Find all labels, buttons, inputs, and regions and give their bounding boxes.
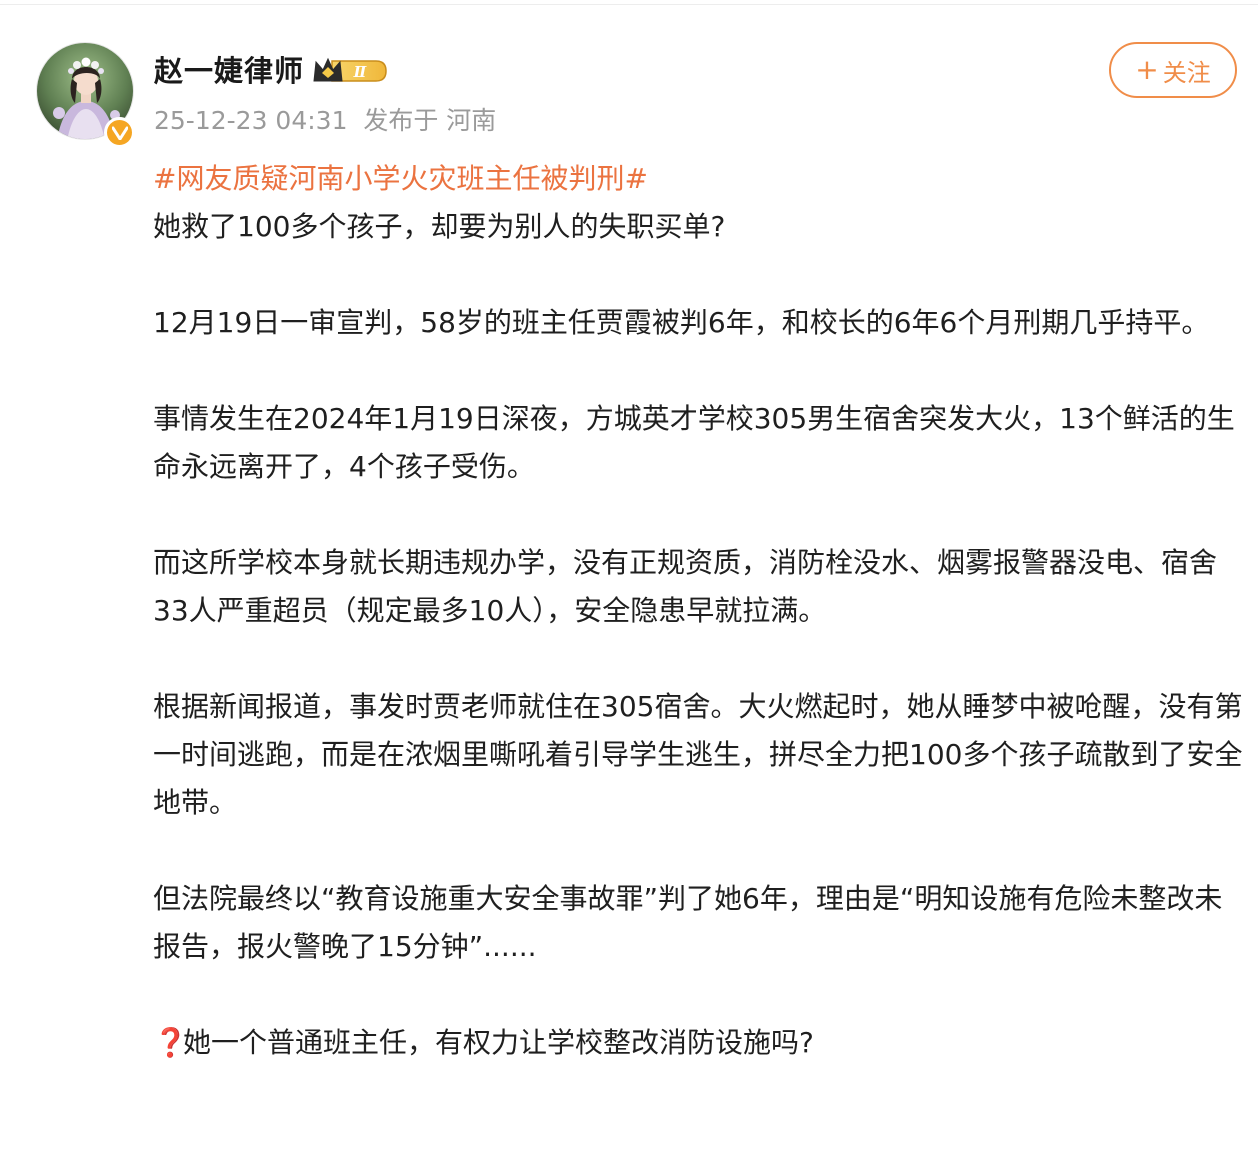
- avatar[interactable]: [36, 42, 135, 148]
- verified-v-icon: [104, 117, 135, 148]
- red-question-icon: ❓: [153, 1026, 188, 1059]
- vip-level-text: Ⅱ: [353, 63, 368, 81]
- post-meta: 25-12-23 04:31 发布于 河南: [154, 106, 497, 135]
- post-paragraph: 根据新闻报道，事发时贾老师就住在305宿舍。大火燃起时，她从睡梦中被呛醒，没有第…: [153, 690, 1243, 819]
- post-paragraph: 而这所学校本身就长期违规办学，没有正规资质，消防栓没水、烟雾报警器没电、宿舍33…: [153, 546, 1218, 627]
- hashtag-link[interactable]: #网友质疑河南小学火灾班主任被判刑#: [153, 155, 1243, 203]
- vip-crown-icon[interactable]: Ⅱ: [312, 56, 388, 86]
- author-name[interactable]: 赵一婕律师: [154, 51, 304, 91]
- top-divider: [0, 4, 1258, 5]
- post-paragraph: 她救了100多个孩子，却要为别人的失职买单?: [153, 210, 726, 243]
- plus-icon: +: [1135, 53, 1159, 86]
- post-paragraph: 12月19日一审宣判，58岁的班主任贾霞被判6年，和校长的6年6个月刑期几乎持平…: [153, 306, 1210, 339]
- post-paragraph: 但法院最终以“教育设施重大安全事故罪”判了她6年，理由是“明知设施有危险未整改未…: [153, 882, 1223, 963]
- post-paragraph: 事情发生在2024年1月19日深夜，方城英才学校305男生宿舍突发大火，13个鲜…: [153, 402, 1235, 483]
- follow-button[interactable]: + 关注: [1109, 42, 1237, 98]
- question-line: ❓ 她一个普通班主任，有权力让学校整改消防设施吗?: [153, 1019, 1243, 1067]
- post-content: #网友质疑河南小学火灾班主任被判刑# 她救了100多个孩子，却要为别人的失职买单…: [153, 155, 1243, 1067]
- follow-label: 关注: [1162, 58, 1211, 87]
- question-text: 她一个普通班主任，有权力让学校整改消防设施吗?: [183, 1026, 814, 1059]
